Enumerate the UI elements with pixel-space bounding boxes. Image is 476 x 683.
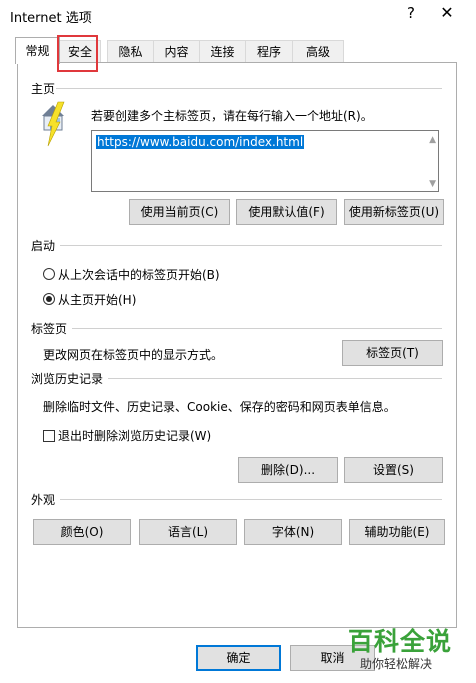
scroll-up-icon[interactable]: ▲ bbox=[429, 135, 436, 145]
startup-last-session-label[interactable]: 从上次会话中的标签页开始(B) bbox=[58, 266, 220, 283]
colors-button[interactable]: 颜色(O) bbox=[33, 519, 131, 545]
tabs-description: 更改网页在标签页中的显示方式。 bbox=[43, 348, 224, 362]
tab-advanced[interactable]: 高级 bbox=[292, 40, 344, 63]
appearance-group-divider bbox=[60, 499, 442, 500]
use-current-button[interactable]: 使用当前页(C) bbox=[129, 199, 230, 225]
home-url-textarea[interactable]: https://www.baidu.com/index.html ▲ ▼ bbox=[91, 130, 439, 192]
tab-security[interactable]: 安全 bbox=[59, 40, 101, 63]
languages-button[interactable]: 语言(L) bbox=[139, 519, 237, 545]
watermark-subtitle: 助你轻松解决 bbox=[360, 657, 433, 671]
startup-home-page-radio[interactable] bbox=[43, 293, 55, 305]
watermark-logo: 百科全说 助你轻松解决 bbox=[346, 620, 474, 680]
tab-content[interactable]: 内容 bbox=[153, 40, 200, 63]
tab-label: 常规 bbox=[25, 44, 50, 58]
tab-general[interactable]: 常规 bbox=[15, 37, 60, 64]
history-description: 删除临时文件、历史记录、Cookie、保存的密码和网页表单信息。 bbox=[43, 400, 396, 414]
home-group-divider bbox=[56, 88, 442, 89]
tab-label: 安全 bbox=[67, 45, 92, 59]
house-icon bbox=[42, 101, 65, 147]
startup-last-session-radio[interactable] bbox=[43, 268, 55, 280]
history-group-title: 浏览历史记录 bbox=[31, 372, 104, 386]
title-bar: Internet 选项 ? ✕ bbox=[0, 0, 476, 30]
help-icon[interactable]: ? bbox=[404, 4, 418, 22]
appearance-group-title: 外观 bbox=[31, 493, 56, 507]
tab-label: 连接 bbox=[210, 45, 235, 59]
close-icon[interactable]: ✕ bbox=[440, 3, 454, 22]
tab-label: 内容 bbox=[164, 45, 189, 59]
ok-button[interactable]: 确定 bbox=[196, 645, 281, 671]
tab-connections[interactable]: 连接 bbox=[199, 40, 246, 63]
home-instruction: 若要创建多个主标签页，请在每行输入一个地址(R)。 bbox=[91, 109, 373, 123]
accessibility-button[interactable]: 辅助功能(E) bbox=[349, 519, 445, 545]
delete-history-on-exit-label[interactable]: 退出时删除浏览历史记录(W) bbox=[58, 427, 211, 444]
startup-home-page-label[interactable]: 从主页开始(H) bbox=[58, 291, 136, 308]
tab-programs[interactable]: 程序 bbox=[245, 40, 293, 63]
history-settings-button[interactable]: 设置(S) bbox=[344, 457, 443, 483]
tab-label: 高级 bbox=[305, 45, 330, 59]
scroll-down-icon[interactable]: ▼ bbox=[429, 179, 436, 189]
startup-group-title: 启动 bbox=[31, 239, 56, 253]
startup-group-divider bbox=[60, 245, 442, 246]
fonts-button[interactable]: 字体(N) bbox=[244, 519, 342, 545]
tabs-settings-button[interactable]: 标签页(T) bbox=[342, 340, 443, 366]
watermark-title: 百科全说 bbox=[348, 627, 453, 656]
radio-selected-dot bbox=[46, 296, 52, 302]
delete-history-button[interactable]: 删除(D)... bbox=[238, 457, 338, 483]
home-group-title: 主页 bbox=[31, 82, 56, 96]
use-new-tab-button[interactable]: 使用新标签页(U) bbox=[344, 199, 444, 225]
history-group-divider bbox=[108, 378, 442, 379]
window-title: Internet 选项 bbox=[10, 11, 92, 26]
tabs-group-divider bbox=[72, 328, 442, 329]
tab-label: 程序 bbox=[256, 45, 281, 59]
tab-privacy[interactable]: 隐私 bbox=[107, 40, 154, 63]
delete-history-on-exit-checkbox[interactable] bbox=[43, 430, 55, 442]
use-default-button[interactable]: 使用默认值(F) bbox=[236, 199, 337, 225]
home-url-value: https://www.baidu.com/index.html bbox=[96, 135, 305, 149]
tab-label: 隐私 bbox=[118, 45, 143, 59]
tabs-group-title: 标签页 bbox=[31, 322, 68, 336]
